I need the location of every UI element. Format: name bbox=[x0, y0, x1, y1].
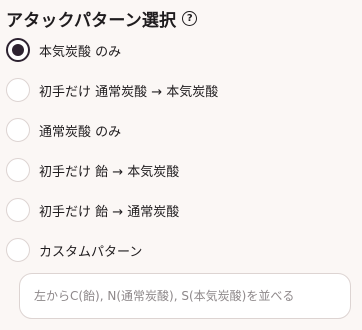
radio-button[interactable] bbox=[6, 198, 30, 222]
option-normal-first-then-serious[interactable]: 初手だけ 通常炭酸 → 本気炭酸 bbox=[6, 77, 218, 103]
option-label: 本気炭酸 のみ bbox=[39, 44, 122, 60]
option-candy-first-then-serious[interactable]: 初手だけ 飴 → 本気炭酸 bbox=[6, 157, 179, 183]
help-icon[interactable]: ? bbox=[182, 11, 198, 26]
section-title: アタックパターン選択 bbox=[6, 10, 177, 31]
option-normal-soda-only[interactable]: 通常炭酸 のみ bbox=[6, 117, 121, 143]
option-custom-pattern[interactable]: カスタムパターン bbox=[6, 237, 142, 263]
radio-button[interactable] bbox=[6, 238, 30, 262]
option-label: 初手だけ 通常炭酸 → 本気炭酸 bbox=[39, 84, 219, 100]
radio-button[interactable] bbox=[6, 118, 30, 142]
option-label: カスタムパターン bbox=[39, 244, 143, 260]
custom-pattern-input[interactable] bbox=[19, 273, 351, 319]
option-label: 初手だけ 飴 → 本気炭酸 bbox=[39, 164, 180, 180]
radio-selected-dot bbox=[12, 44, 24, 56]
option-candy-first-then-normal[interactable]: 初手だけ 飴 → 通常炭酸 bbox=[6, 197, 179, 223]
option-serious-soda-only[interactable]: 本気炭酸 のみ bbox=[6, 37, 121, 63]
radio-button[interactable] bbox=[6, 78, 30, 102]
option-label: 通常炭酸 のみ bbox=[39, 124, 122, 140]
radio-button-selected[interactable] bbox=[6, 38, 30, 62]
option-label: 初手だけ 飴 → 通常炭酸 bbox=[39, 204, 180, 220]
radio-button[interactable] bbox=[6, 158, 30, 182]
section-header: アタックパターン選択 ? bbox=[6, 7, 198, 31]
